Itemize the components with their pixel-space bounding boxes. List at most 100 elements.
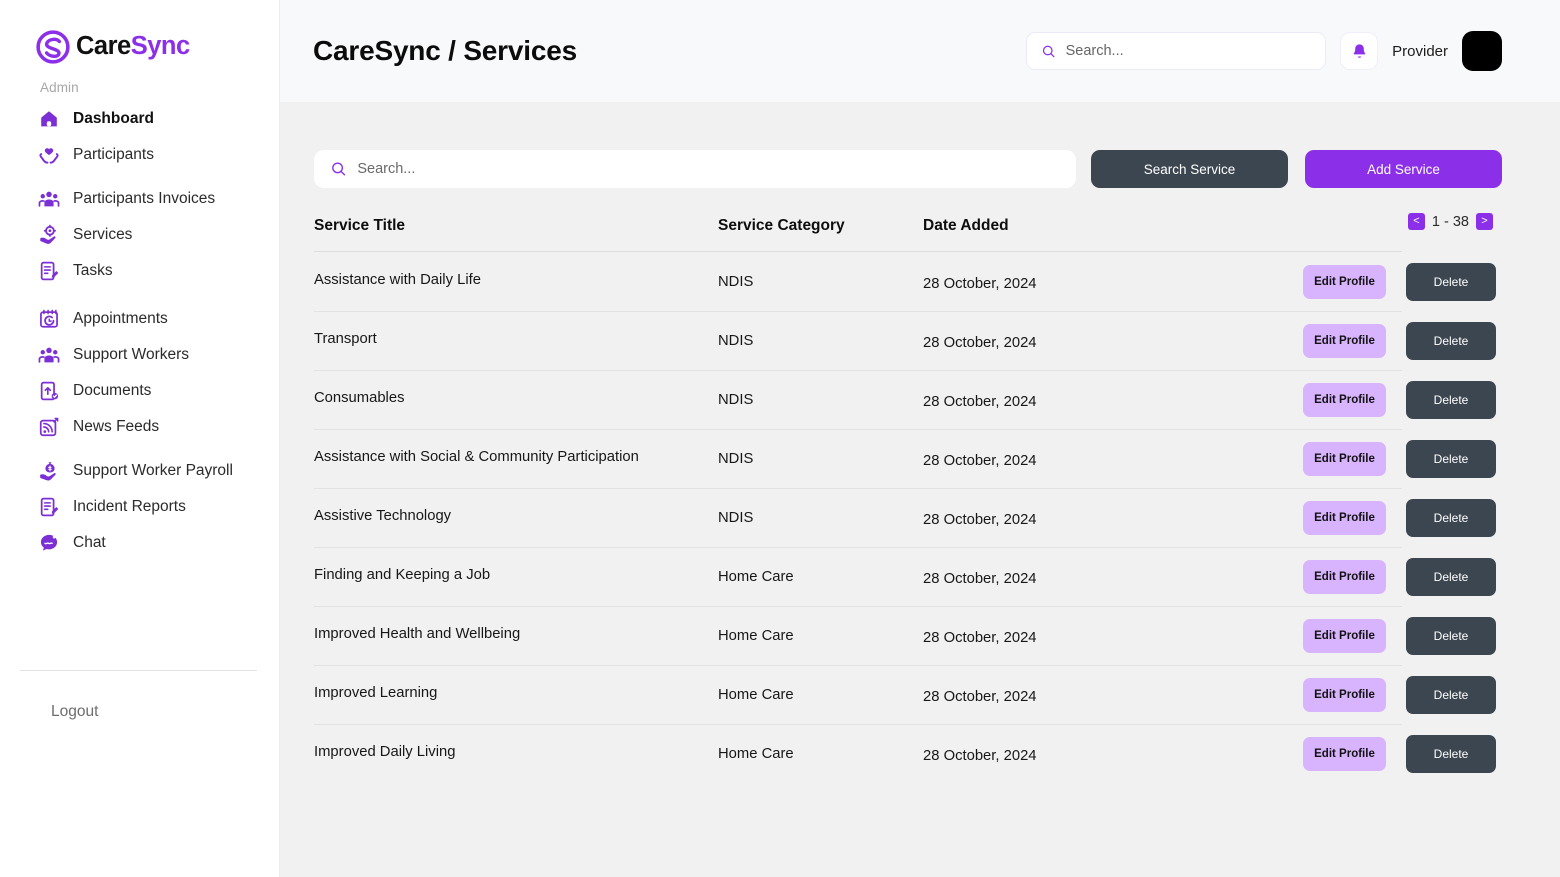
sidebar: CareSync Admin Dashboard Participants Pa… <box>0 0 280 877</box>
sidebar-item-documents[interactable]: Documents <box>0 373 279 409</box>
caresync-swirl-logo <box>36 30 70 64</box>
logout-button[interactable]: Logout <box>38 703 98 721</box>
sidebar-item-appointments[interactable]: Appointments <box>0 301 279 337</box>
services-table-body: Assistance with Daily Life NDIS 28 Octob… <box>314 252 1502 783</box>
sidebar-section-label: Admin <box>40 80 79 95</box>
pagination-prev-button[interactable]: < <box>1407 213 1425 230</box>
sidebar-item-support-workers[interactable]: Support Workers <box>0 337 279 373</box>
edit-profile-button[interactable]: Edit Profile <box>1303 264 1386 299</box>
table-row: Assistive Technology NDIS 28 October, 20… <box>314 488 1502 547</box>
sidebar-item-label: Tasks <box>73 262 113 279</box>
edit-profile-button[interactable]: Edit Profile <box>1303 441 1386 476</box>
brand-logo[interactable]: CareSync <box>0 0 279 64</box>
cell-service-category: Home Care <box>718 568 794 585</box>
calendar-clock-icon <box>40 309 58 328</box>
sidebar-item-news-feeds[interactable]: News Feeds <box>0 409 279 445</box>
topbar: CareSync / Services Provider <box>280 0 1560 102</box>
delete-button[interactable]: Delete <box>1406 439 1496 478</box>
edit-profile-button[interactable]: Edit Profile <box>1303 677 1386 712</box>
row-actions: Edit Profile Delete <box>1303 616 1502 655</box>
avatar[interactable] <box>1462 31 1502 71</box>
sidebar-item-dashboard[interactable]: Dashboard <box>0 101 279 137</box>
cell-service-category: NDIS <box>718 391 754 408</box>
cell-service-category: NDIS <box>718 332 754 349</box>
cell-date-added: 28 October, 2024 <box>923 747 1037 764</box>
cell-service-title: Consumables <box>314 389 405 406</box>
sidebar-item-chat[interactable]: Chat <box>0 525 279 561</box>
cell-date-added: 28 October, 2024 <box>923 393 1037 410</box>
edit-profile-button[interactable]: Edit Profile <box>1303 559 1386 594</box>
edit-profile-button[interactable]: Edit Profile <box>1303 736 1386 771</box>
table-row: Assistance with Daily Life NDIS 28 Octob… <box>314 252 1502 311</box>
cell-date-added: 28 October, 2024 <box>923 629 1037 646</box>
hand-money-icon <box>40 462 56 481</box>
edit-profile-button[interactable]: Edit Profile <box>1303 500 1386 535</box>
sidebar-item-label: Services <box>73 226 133 243</box>
delete-button[interactable]: Delete <box>1406 675 1496 714</box>
notifications-button[interactable] <box>1340 32 1379 70</box>
table-row: Improved Learning Home Care 28 October, … <box>314 665 1502 724</box>
sidebar-nav: Dashboard Participants Participants Invo… <box>0 101 279 561</box>
sidebar-item-incident-reports[interactable]: Incident Reports <box>0 489 279 525</box>
add-service-button[interactable]: Add Service <box>1305 150 1502 188</box>
document-upload-icon <box>40 381 59 401</box>
cell-service-title: Assistive Technology <box>314 507 452 524</box>
sidebar-item-tasks[interactable]: Tasks <box>0 253 279 289</box>
delete-button[interactable]: Delete <box>1406 321 1496 360</box>
pagination-range: 1 - 38 <box>1431 213 1469 230</box>
cell-service-category: NDIS <box>718 273 754 290</box>
hands-heart-icon <box>39 148 59 164</box>
cell-service-title: Assistance with Daily Life <box>314 271 481 288</box>
cell-date-added: 28 October, 2024 <box>923 511 1037 528</box>
delete-button[interactable]: Delete <box>1406 380 1496 419</box>
cell-service-category: Home Care <box>718 686 794 703</box>
edit-profile-button[interactable]: Edit Profile <box>1303 382 1386 417</box>
delete-button[interactable]: Delete <box>1406 616 1496 655</box>
cell-service-category: Home Care <box>718 627 794 644</box>
services-toolbar: Search Service Add Service <box>314 150 1502 188</box>
row-actions: Edit Profile Delete <box>1303 321 1502 360</box>
sidebar-item-support-worker-payroll[interactable]: Support Worker Payroll <box>0 453 279 489</box>
table-row: Improved Daily Living Home Care 28 Octob… <box>314 724 1502 783</box>
table-row: Finding and Keeping a Job Home Care 28 O… <box>314 547 1502 606</box>
sidebar-item-participants-invoices[interactable]: Participants Invoices <box>0 181 279 217</box>
delete-button[interactable]: Delete <box>1406 498 1496 537</box>
search-icon <box>332 162 346 176</box>
cell-service-title: Transport <box>314 330 377 347</box>
sidebar-item-label: Participants Invoices <box>73 190 216 207</box>
global-search[interactable] <box>1026 32 1327 70</box>
services-search[interactable] <box>314 150 1076 188</box>
sidebar-item-label: Appointments <box>73 310 168 327</box>
sidebar-item-label: Documents <box>73 382 152 399</box>
global-search-input[interactable] <box>1065 43 1312 59</box>
people-group-icon <box>38 347 60 363</box>
edit-profile-button[interactable]: Edit Profile <box>1303 323 1386 358</box>
column-header-date-added: Date Added <box>923 217 1009 234</box>
pagination: < 1 - 38 > <box>1407 213 1493 230</box>
row-actions: Edit Profile Delete <box>1303 498 1502 537</box>
sidebar-item-services[interactable]: Services <box>0 217 279 253</box>
pagination-next-button[interactable]: > <box>1476 213 1493 230</box>
brand-name-care: Care <box>76 32 131 61</box>
edit-profile-button[interactable]: Edit Profile <box>1303 618 1386 653</box>
cell-service-title: Finding and Keeping a Job <box>314 566 491 583</box>
people-group-icon <box>38 191 60 207</box>
sidebar-item-participants[interactable]: Participants <box>0 137 279 173</box>
sidebar-item-label: Participants <box>73 146 154 163</box>
topbar-right: Provider <box>1026 31 1502 71</box>
delete-button[interactable]: Delete <box>1406 262 1496 301</box>
document-pen-icon <box>40 261 59 281</box>
sidebar-item-label: Incident Reports <box>73 498 186 515</box>
row-actions: Edit Profile Delete <box>1303 734 1502 773</box>
main-area: CareSync / Services Provider <box>280 0 1560 877</box>
table-row: Transport NDIS 28 October, 2024 Edit Pro… <box>314 311 1502 370</box>
search-service-button[interactable]: Search Service <box>1091 150 1288 188</box>
delete-button[interactable]: Delete <box>1406 557 1496 596</box>
table-row: Consumables NDIS 28 October, 2024 Edit P… <box>314 370 1502 429</box>
services-search-input[interactable] <box>357 161 1060 177</box>
delete-button[interactable]: Delete <box>1406 734 1496 773</box>
column-header-service-category: Service Category <box>718 217 845 234</box>
cell-service-title: Improved Daily Living <box>314 743 456 760</box>
